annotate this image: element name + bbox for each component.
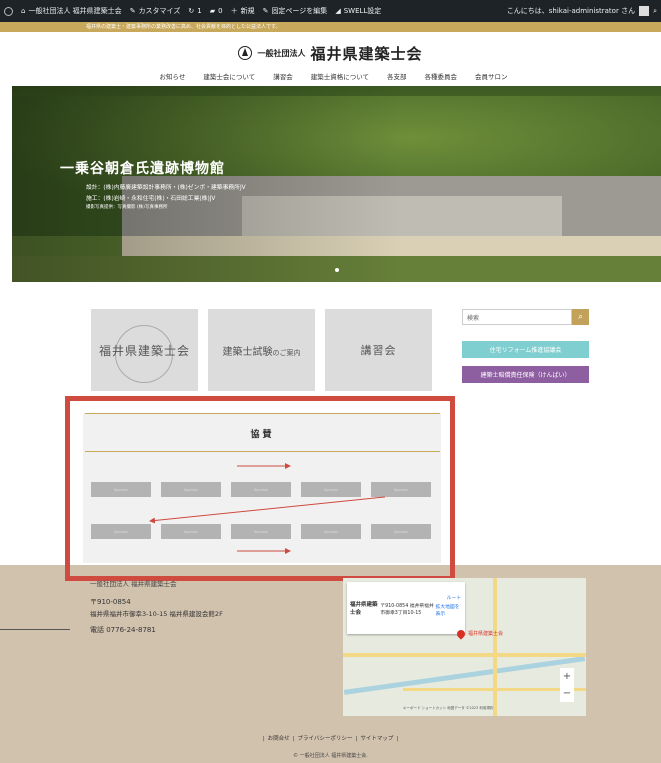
map-road	[343, 653, 586, 657]
map-enlarge-link[interactable]: 拡大地図を表示	[436, 603, 462, 617]
footer-tel: 電話 0776-24-8781	[90, 626, 156, 634]
footer-org-name: 一般社団法人 福井県建築士会	[90, 580, 177, 588]
google-map[interactable]: 福井県建築士会 〒910-0854 福井県福井市御幸3丁目10-15 ルート 拡…	[343, 578, 586, 716]
map-road	[493, 578, 497, 716]
divider	[0, 629, 70, 630]
footer-link-sitemap[interactable]: サイトマップ	[360, 736, 393, 742]
map-attribution: キーボード ショートカット 地図データ ©2023 利用規約	[403, 706, 494, 710]
footer-copyright: © 一般社団法人 福井県建築士会.	[293, 753, 368, 759]
footer-links: | お問合せ | プライバシーポリシー | サイトマップ |	[262, 736, 399, 742]
zoom-out-icon[interactable]: −	[560, 685, 574, 702]
zoom-in-icon[interactable]: +	[560, 668, 574, 685]
footer-link-contact[interactable]: お問合せ	[268, 736, 290, 742]
map-zoom-control[interactable]: + −	[560, 668, 574, 702]
annotation-highlight-frame	[65, 396, 455, 581]
footer-address: 福井県福井市御幸3-10-15 福井県建設会館2F	[90, 610, 223, 618]
map-route-button[interactable]: ルート	[447, 594, 461, 601]
map-road	[403, 688, 586, 691]
map-card-title: 福井県建築士会	[350, 602, 378, 616]
map-card-address: 〒910-0854 福井県福井市御幸3丁目10-15	[380, 604, 434, 616]
footer-zip: 〒910-0854	[90, 598, 131, 606]
map-pin-label: 福井県建築士会	[468, 631, 504, 637]
footer-link-privacy[interactable]: プライバシーポリシー	[298, 736, 353, 742]
map-info-card: 福井県建築士会 〒910-0854 福井県福井市御幸3丁目10-15 ルート 拡…	[347, 582, 465, 634]
